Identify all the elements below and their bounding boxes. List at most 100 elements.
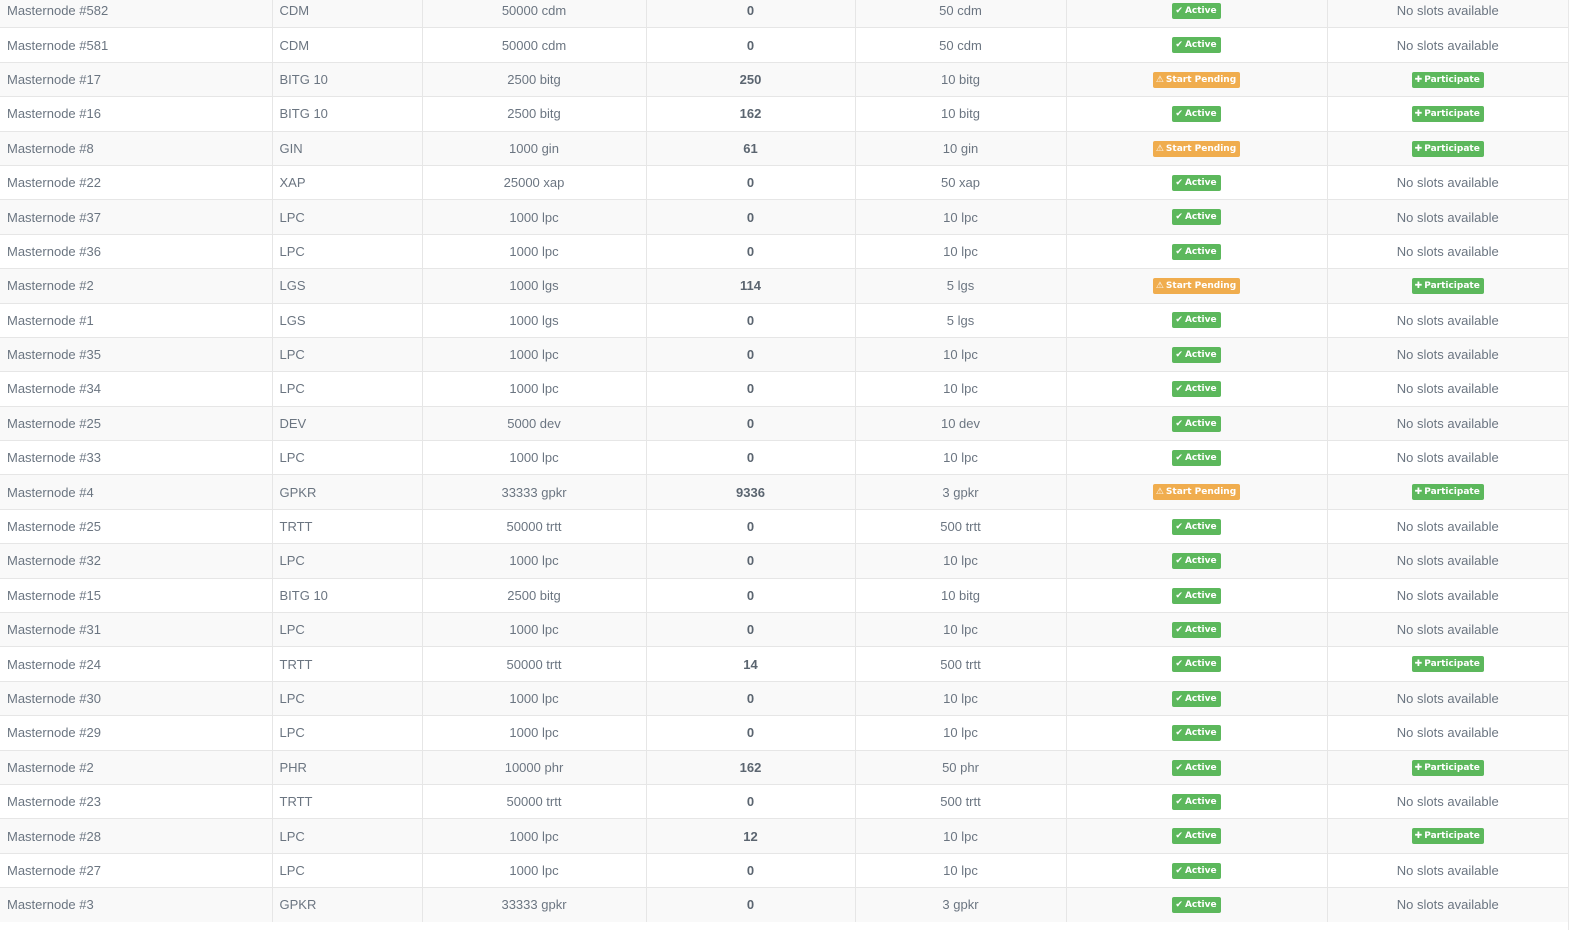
status-label: Active [1184, 418, 1217, 429]
available-slots: 0 [646, 852, 856, 888]
participate-button[interactable]: ✚ Participate [1411, 106, 1484, 123]
participate-button[interactable]: ✚ Participate [1411, 278, 1484, 295]
check-icon: ✔ [1175, 212, 1183, 223]
masternode-name: Masternode #32 [0, 543, 273, 579]
coin-ticker: TRTT [272, 783, 423, 819]
action-cell: ✚ Participate [1327, 268, 1568, 304]
check-icon: ✔ [1175, 900, 1183, 911]
check-icon: ✔ [1175, 762, 1183, 773]
status-label: Active [1184, 315, 1217, 326]
status-label: Active [1184, 728, 1217, 739]
coin-ticker: LPC [272, 543, 423, 579]
status-cell: ⚠ Start Pending [1066, 130, 1328, 166]
participate-button[interactable]: ✚ Participate [1411, 828, 1484, 845]
action-cell: No slots available [1327, 887, 1568, 922]
participate-button[interactable]: ✚ Participate [1411, 140, 1484, 157]
collateral-amount: 1000 lpc [422, 440, 647, 475]
action-cell: No slots available [1327, 336, 1568, 372]
collateral-amount: 1000 lgs [422, 268, 647, 304]
masternode-name: Masternode #29 [0, 715, 273, 751]
masternode-name: Masternode #8 [0, 130, 273, 166]
coin-ticker: DEV [272, 405, 423, 441]
participate-label: Participate [1424, 281, 1480, 292]
table-row: Masternode #25 TRTT 50000 trtt 0 500 trtt ✔ Ac… [0, 508, 1568, 544]
masternode-table: Masternode #582 CDM 50000 cdm 0 50 cdm ✔ Activ… [0, 0, 1568, 922]
coin-ticker: GIN [272, 130, 423, 166]
coin-ticker: LPC [272, 440, 423, 475]
status-badge-active: ✔ Active [1172, 2, 1221, 19]
minimum-stake: 5 lgs [855, 268, 1067, 304]
participate-button[interactable]: ✚ Participate [1411, 484, 1484, 501]
action-cell: No slots available [1327, 371, 1568, 407]
available-slots: 9336 [646, 474, 856, 510]
status-badge-active: ✔ Active [1172, 828, 1221, 845]
minimum-stake: 10 bitg [855, 577, 1067, 613]
coin-ticker: LPC [272, 336, 423, 372]
masternode-name: Masternode #34 [0, 371, 273, 407]
collateral-amount: 1000 lpc [422, 199, 647, 235]
masternode-name: Masternode #24 [0, 646, 273, 682]
status-cell: ✔ Active [1066, 302, 1328, 338]
status-cell: ✔ Active [1066, 371, 1328, 407]
status-label: Active [1184, 900, 1217, 911]
action-cell: ✚ Participate [1327, 96, 1568, 132]
status-label: Active [1184, 693, 1217, 704]
table-row: Masternode #36 LPC 1000 lpc 0 10 lpc ✔ Active N… [0, 233, 1568, 269]
coin-ticker: LPC [272, 715, 423, 751]
collateral-amount: 1000 lpc [422, 715, 647, 751]
status-badge-active: ✔ Active [1172, 243, 1221, 260]
warning-icon: ⚠ [1155, 281, 1164, 292]
status-badge-active: ✔ Active [1172, 518, 1221, 535]
plus-icon: ✚ [1414, 659, 1423, 670]
action-cell: No slots available [1327, 715, 1568, 751]
participate-button[interactable]: ✚ Participate [1411, 759, 1484, 776]
no-slots-text: No slots available [1396, 794, 1499, 810]
available-slots: 12 [646, 818, 856, 854]
collateral-amount: 50000 trtt [422, 508, 647, 544]
collateral-amount: 50000 trtt [422, 646, 647, 682]
coin-ticker: PHR [272, 749, 423, 785]
minimum-stake: 10 lpc [855, 233, 1067, 269]
status-badge-active: ✔ Active [1172, 897, 1221, 914]
table-row: Masternode #35 LPC 1000 lpc 0 10 lpc ✔ Active N… [0, 336, 1568, 372]
check-icon: ✔ [1175, 384, 1183, 395]
status-badge-active: ✔ Active [1172, 793, 1221, 810]
available-slots: 0 [646, 302, 856, 338]
action-cell: No slots available [1327, 0, 1568, 28]
action-cell: ✚ Participate [1327, 130, 1568, 166]
coin-ticker: LGS [272, 268, 423, 304]
masternode-name: Masternode #4 [0, 474, 273, 510]
minimum-stake: 10 lpc [855, 612, 1067, 647]
available-slots: 0 [646, 577, 856, 613]
masternode-name: Masternode #581 [0, 27, 273, 63]
table-row: Masternode #37 LPC 1000 lpc 0 10 lpc ✔ Active N… [0, 199, 1568, 235]
status-label: Active [1184, 349, 1217, 360]
status-label: Active [1184, 40, 1217, 51]
action-cell: No slots available [1327, 302, 1568, 338]
coin-ticker: TRTT [272, 646, 423, 682]
minimum-stake: 10 lpc [855, 852, 1067, 888]
status-cell: ✔ Active [1066, 440, 1328, 475]
table-row: Masternode #3 GPKR 33333 gpkr 0 3 gpkr ✔ Activ… [0, 887, 1568, 922]
masternode-name: Masternode #17 [0, 61, 273, 97]
check-icon: ✔ [1175, 625, 1183, 635]
status-cell: ✔ Active [1066, 749, 1328, 785]
table-row: Masternode #15 BITG 10 2500 bitg 0 10 bitg ✔ A… [0, 577, 1568, 613]
participate-button[interactable]: ✚ Participate [1411, 71, 1484, 88]
available-slots: 0 [646, 199, 856, 235]
status-badge-active: ✔ Active [1172, 553, 1221, 570]
masternode-name: Masternode #27 [0, 852, 273, 888]
status-cell: ⚠ Start Pending [1066, 474, 1328, 510]
minimum-stake: 5 lgs [855, 302, 1067, 338]
collateral-amount: 25000 xap [422, 164, 647, 200]
participate-button[interactable]: ✚ Participate [1411, 656, 1484, 673]
status-badge-start-pending: ⚠ Start Pending [1152, 140, 1241, 157]
action-cell: No slots available [1327, 440, 1568, 475]
action-cell: ✚ Participate [1327, 646, 1568, 682]
table-row: Masternode #17 BITG 10 2500 bitg 250 10 bitg… [0, 61, 1568, 97]
plus-icon: ✚ [1414, 762, 1423, 773]
status-label: Active [1184, 762, 1217, 773]
status-badge-active: ✔ Active [1172, 381, 1221, 398]
no-slots-text: No slots available [1396, 312, 1499, 328]
table-row: Masternode #8 GIN 1000 gin 61 10 gin ⚠ Start P… [0, 130, 1568, 166]
